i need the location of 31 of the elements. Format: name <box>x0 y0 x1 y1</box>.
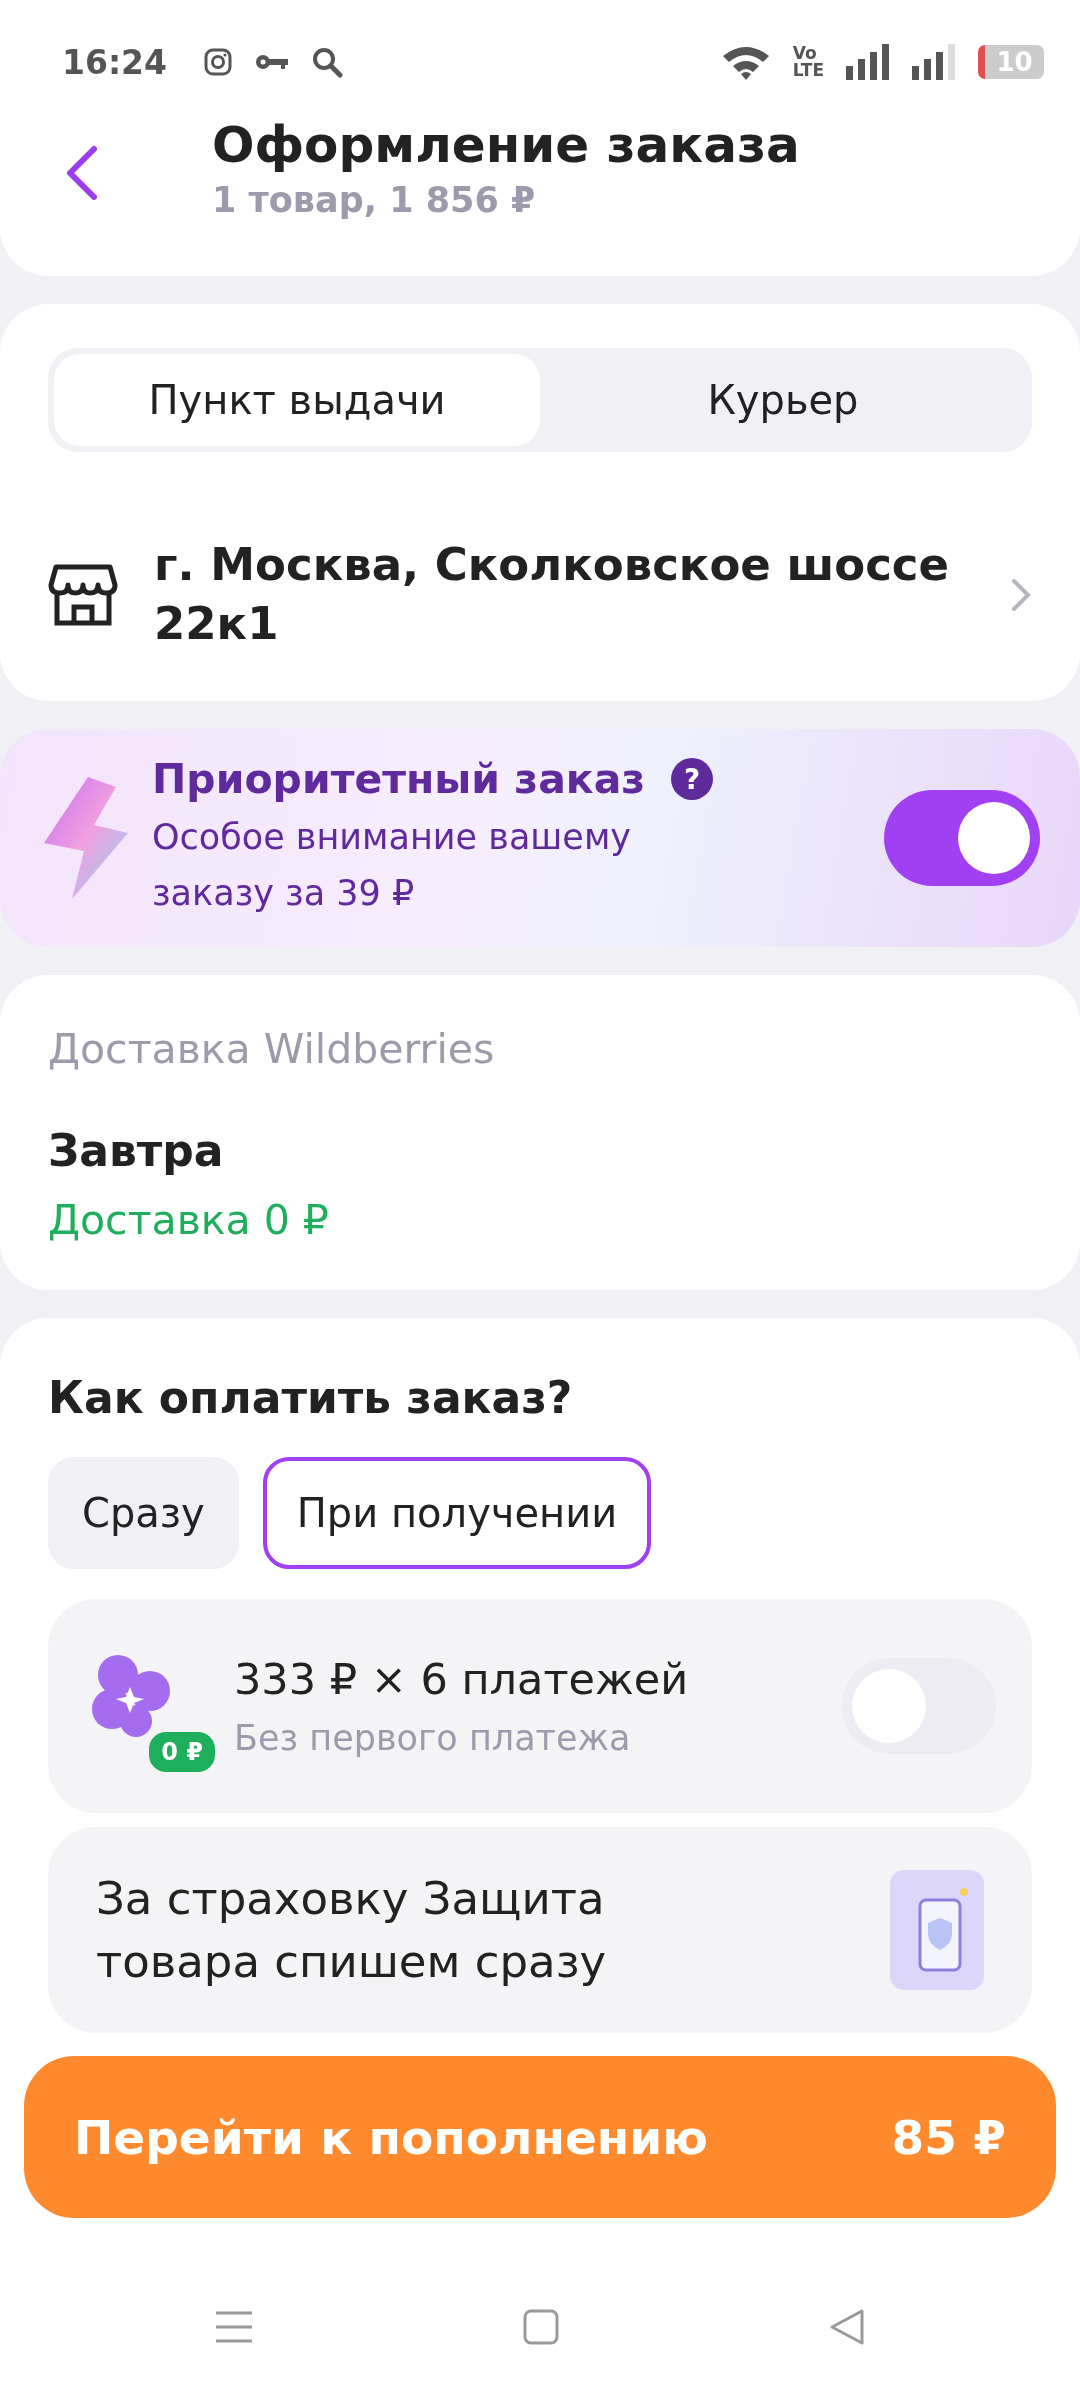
key-icon <box>255 52 290 72</box>
store-icon <box>48 562 118 627</box>
chevron-right-icon[interactable] <box>1010 576 1032 613</box>
delivery-tab[interactable]: Пункт выдачи <box>54 354 540 446</box>
phone-shield-icon <box>890 1870 984 1990</box>
priority-description: Особое внимание вашему заказу за 39 ₽ <box>152 816 632 915</box>
insurance-note: За страховку Защита товара спишем сразу <box>96 1871 608 1990</box>
installments-title: 333 ₽ × 6 платежей <box>234 1654 690 1704</box>
signal-icon <box>912 44 956 80</box>
order-summary: 1 товар, 1 856 ₽ <box>212 180 537 220</box>
pickup-address[interactable]: г. Москва, Сколковское шоссе 22к1 <box>154 536 974 653</box>
payment-option[interactable]: Сразу <box>48 1457 239 1569</box>
help-badge[interactable]: ? <box>671 758 714 800</box>
delivery-price: Доставка 0 ₽ <box>48 1196 330 1244</box>
signal-icon <box>846 44 890 80</box>
payment-title: Как оплатить заказ? <box>48 1372 574 1423</box>
payment-option[interactable]: При получении <box>262 1457 652 1569</box>
back-nav-icon[interactable] <box>827 2308 866 2346</box>
status-time: 16:24 <box>62 42 168 82</box>
installments-subtitle: Без первого платежа <box>234 1718 632 1758</box>
delivery-date: Завтра <box>48 1125 225 1176</box>
priority-title: Приоритетный заказ <box>152 755 646 803</box>
page-title: Оформление заказа <box>212 116 800 174</box>
camera-icon <box>203 47 234 77</box>
zero-badge: 0 ₽ <box>146 1729 218 1775</box>
search-icon <box>311 46 344 78</box>
home-icon[interactable] <box>523 2309 559 2345</box>
volte-indicator: Vo LTE <box>792 45 824 79</box>
delivery-tab[interactable]: Курьер <box>540 354 1026 446</box>
delivery-provider: Доставка Wildberries <box>48 1025 496 1073</box>
menu-icon[interactable] <box>214 2310 255 2344</box>
